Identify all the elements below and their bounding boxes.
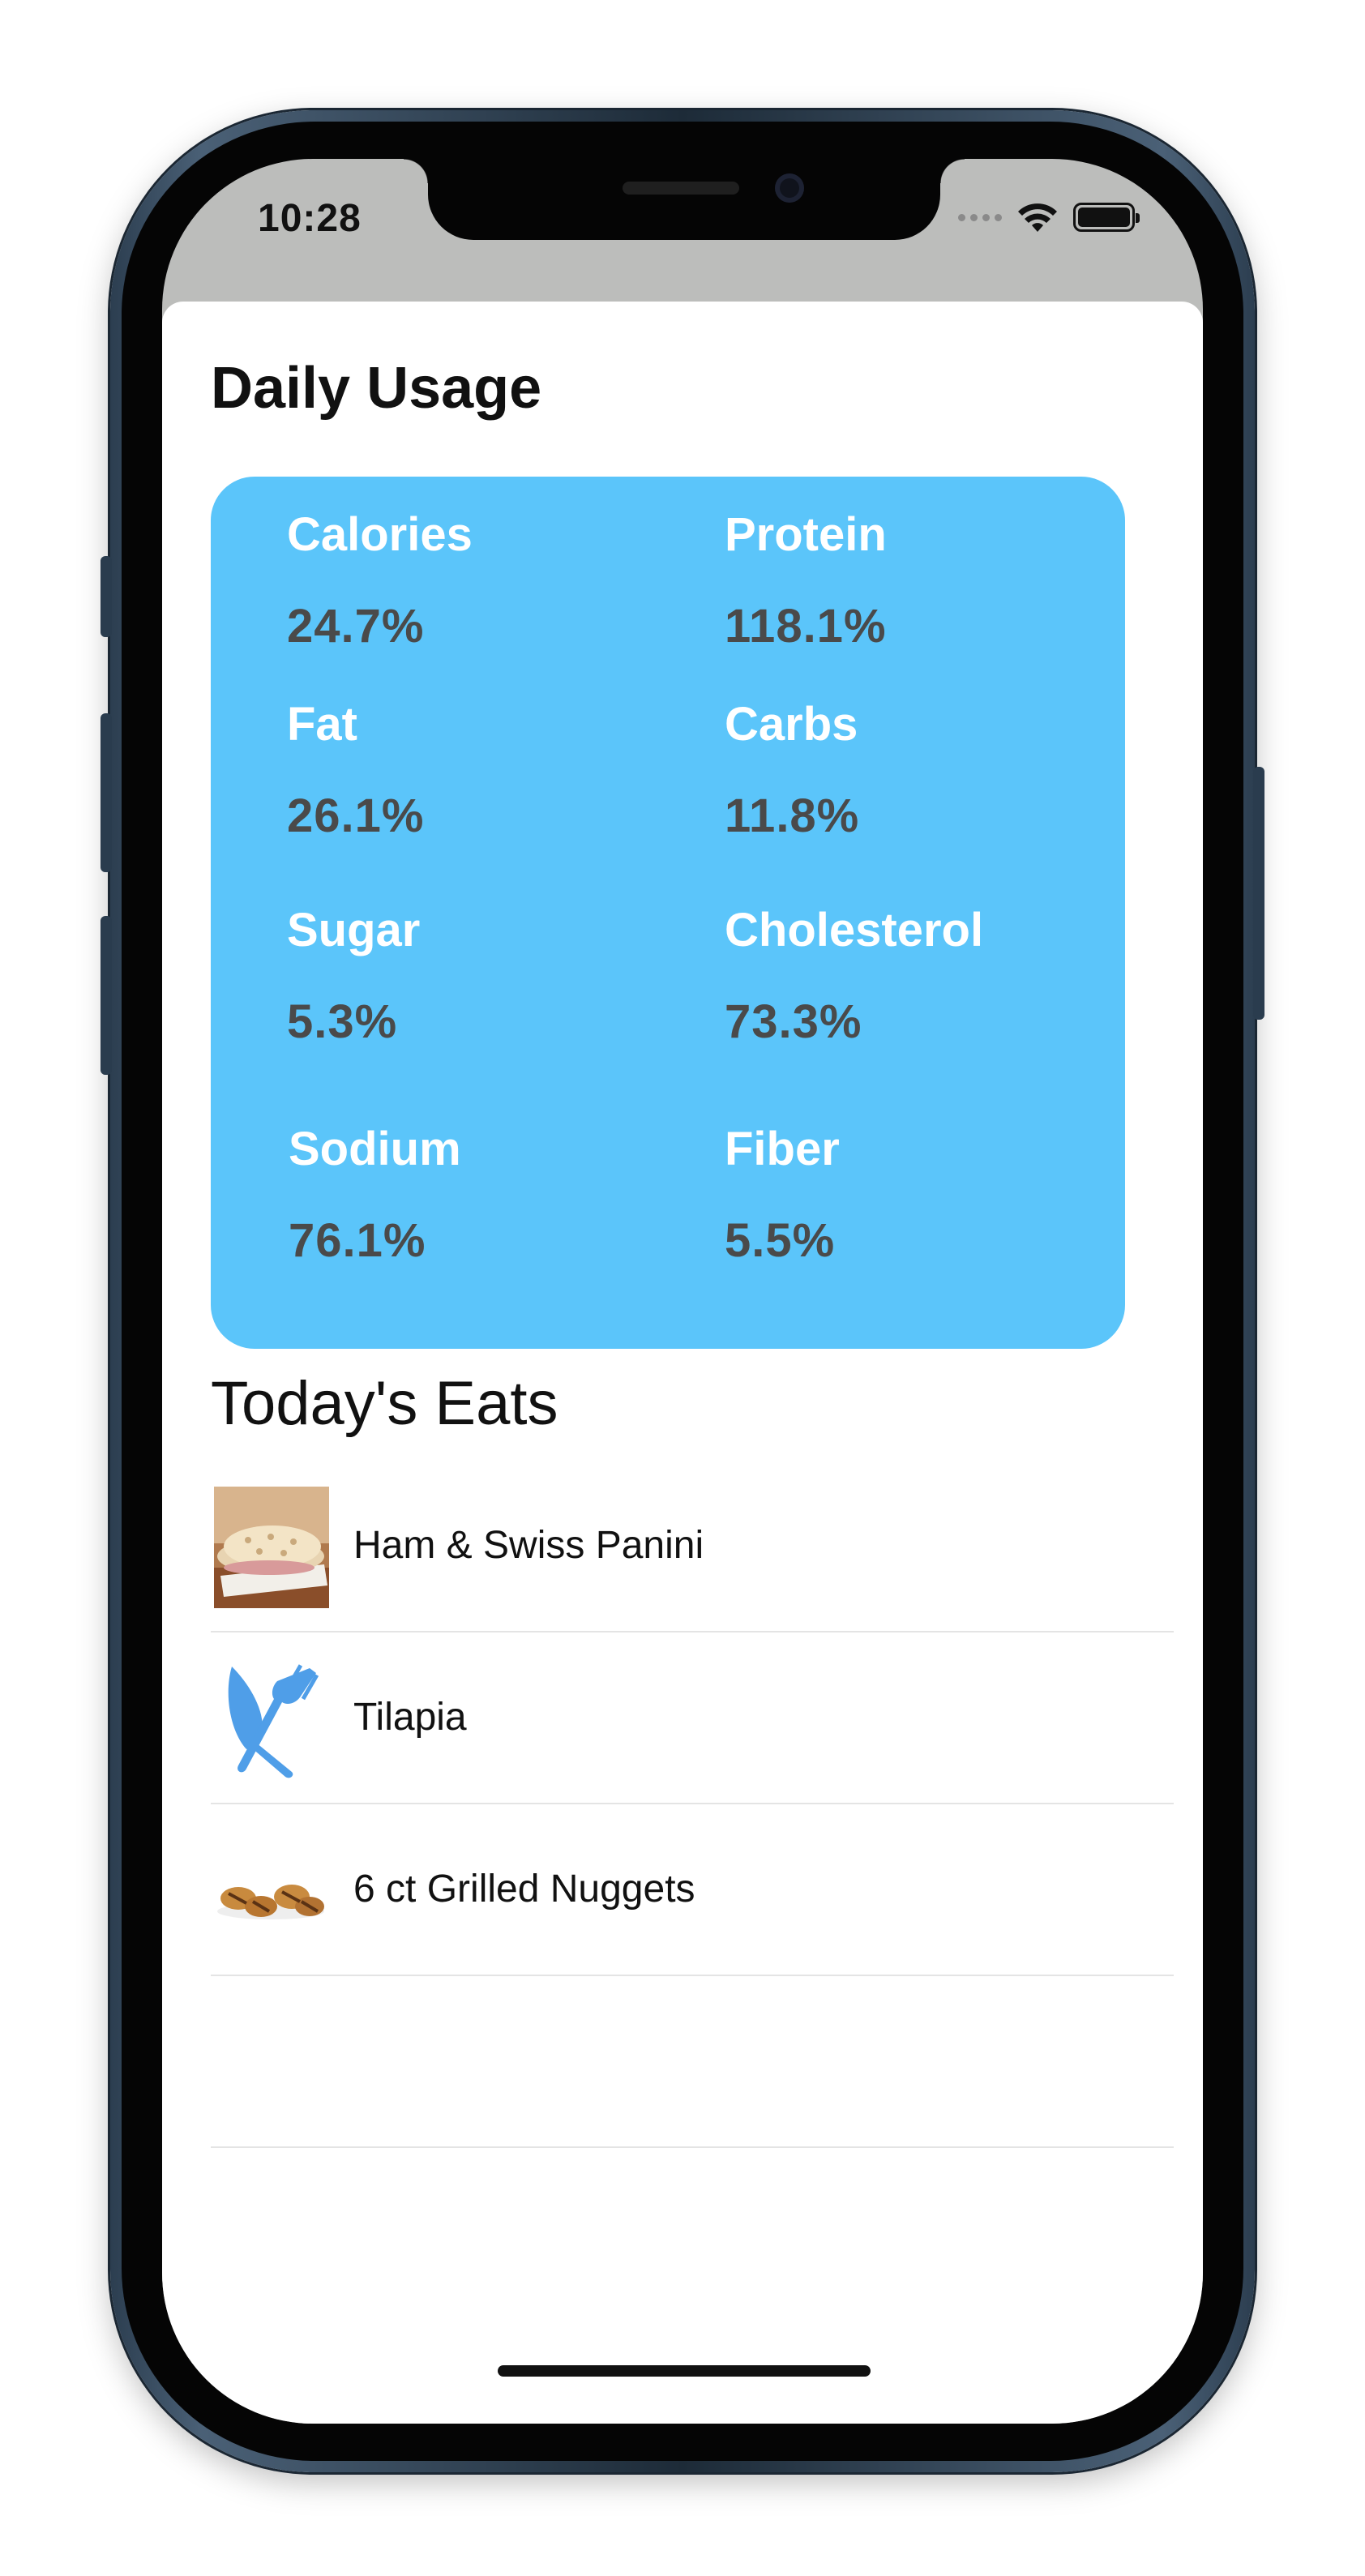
nutrient-value: 76.1% xyxy=(289,1214,426,1267)
page-title: Daily Usage xyxy=(211,356,542,421)
nutrient-label: Fat xyxy=(287,698,357,751)
daily-usage-sheet: Daily Usage Calories 24.7% Protein 118.1… xyxy=(162,302,1203,2424)
panini-photo-icon xyxy=(214,1487,329,1608)
cellular-signal-icon xyxy=(958,213,1002,221)
volume-up-button xyxy=(101,713,112,872)
nutrient-fat: Fat 26.1% xyxy=(287,697,644,843)
fork-knife-icon xyxy=(228,1664,319,1778)
list-item-ham-swiss-panini[interactable]: Ham & Swiss Panini xyxy=(211,1461,1174,1632)
nutrient-label: Fiber xyxy=(725,1123,840,1175)
food-name: Tilapia xyxy=(353,1696,467,1739)
nutrient-sugar: Sugar 5.3% xyxy=(287,903,644,1049)
nutrient-fiber: Fiber 5.5% xyxy=(725,1122,1081,1268)
nutrient-label: Carbs xyxy=(725,698,858,751)
power-button xyxy=(1253,767,1264,1020)
wifi-icon xyxy=(1018,203,1057,232)
nutrient-label: Cholesterol xyxy=(725,904,984,956)
nutrient-value: 11.8% xyxy=(725,789,860,842)
nutrient-label: Calories xyxy=(287,508,473,561)
nutrient-label: Sugar xyxy=(287,904,421,956)
nutrient-value: 118.1% xyxy=(725,600,887,653)
battery-icon xyxy=(1073,203,1140,232)
nutrient-label: Protein xyxy=(725,508,887,561)
nutrient-calories: Calories 24.7% xyxy=(287,507,644,653)
nutrient-value: 24.7% xyxy=(287,600,425,653)
nutrient-protein: Protein 118.1% xyxy=(725,507,1081,653)
notch xyxy=(404,159,965,240)
screen: 10:28 Daily Usage Calories 24.7% Protein… xyxy=(162,159,1203,2424)
speaker-grille xyxy=(623,182,739,195)
status-icons xyxy=(958,201,1140,233)
volume-down-button xyxy=(101,916,112,1075)
nutrient-value: 73.3% xyxy=(725,995,862,1048)
todays-eats-heading: Today's Eats xyxy=(211,1369,558,1438)
nutrient-carbs: Carbs 11.8% xyxy=(725,697,1081,843)
nutrient-label: Sodium xyxy=(289,1123,461,1175)
mute-switch xyxy=(101,556,112,637)
list-item-tilapia[interactable]: Tilapia xyxy=(211,1632,1174,1804)
home-indicator[interactable] xyxy=(498,2365,871,2377)
camera-icon xyxy=(775,173,804,203)
list-item-empty xyxy=(211,1976,1174,2148)
daily-usage-card: Calories 24.7% Protein 118.1% Fat 26.1% … xyxy=(211,477,1125,1349)
status-bar: 10:28 xyxy=(162,159,1203,302)
food-name: 6 ct Grilled Nuggets xyxy=(353,1868,695,1911)
list-item-grilled-nuggets[interactable]: 6 ct Grilled Nuggets xyxy=(211,1804,1174,1976)
todays-eats-list: Ham & Swiss Panini Tilapia 6 ct Grilled … xyxy=(211,1461,1174,2148)
nutrient-cholesterol: Cholesterol 73.3% xyxy=(725,903,1081,1049)
nuggets-photo-icon xyxy=(217,1885,324,1919)
status-time: 10:28 xyxy=(258,197,362,240)
nutrient-value: 5.3% xyxy=(287,995,398,1048)
nutrient-sodium: Sodium 76.1% xyxy=(289,1122,645,1268)
food-name: Ham & Swiss Panini xyxy=(353,1524,704,1567)
nutrient-value: 26.1% xyxy=(287,789,425,842)
nutrient-value: 5.5% xyxy=(725,1214,836,1267)
